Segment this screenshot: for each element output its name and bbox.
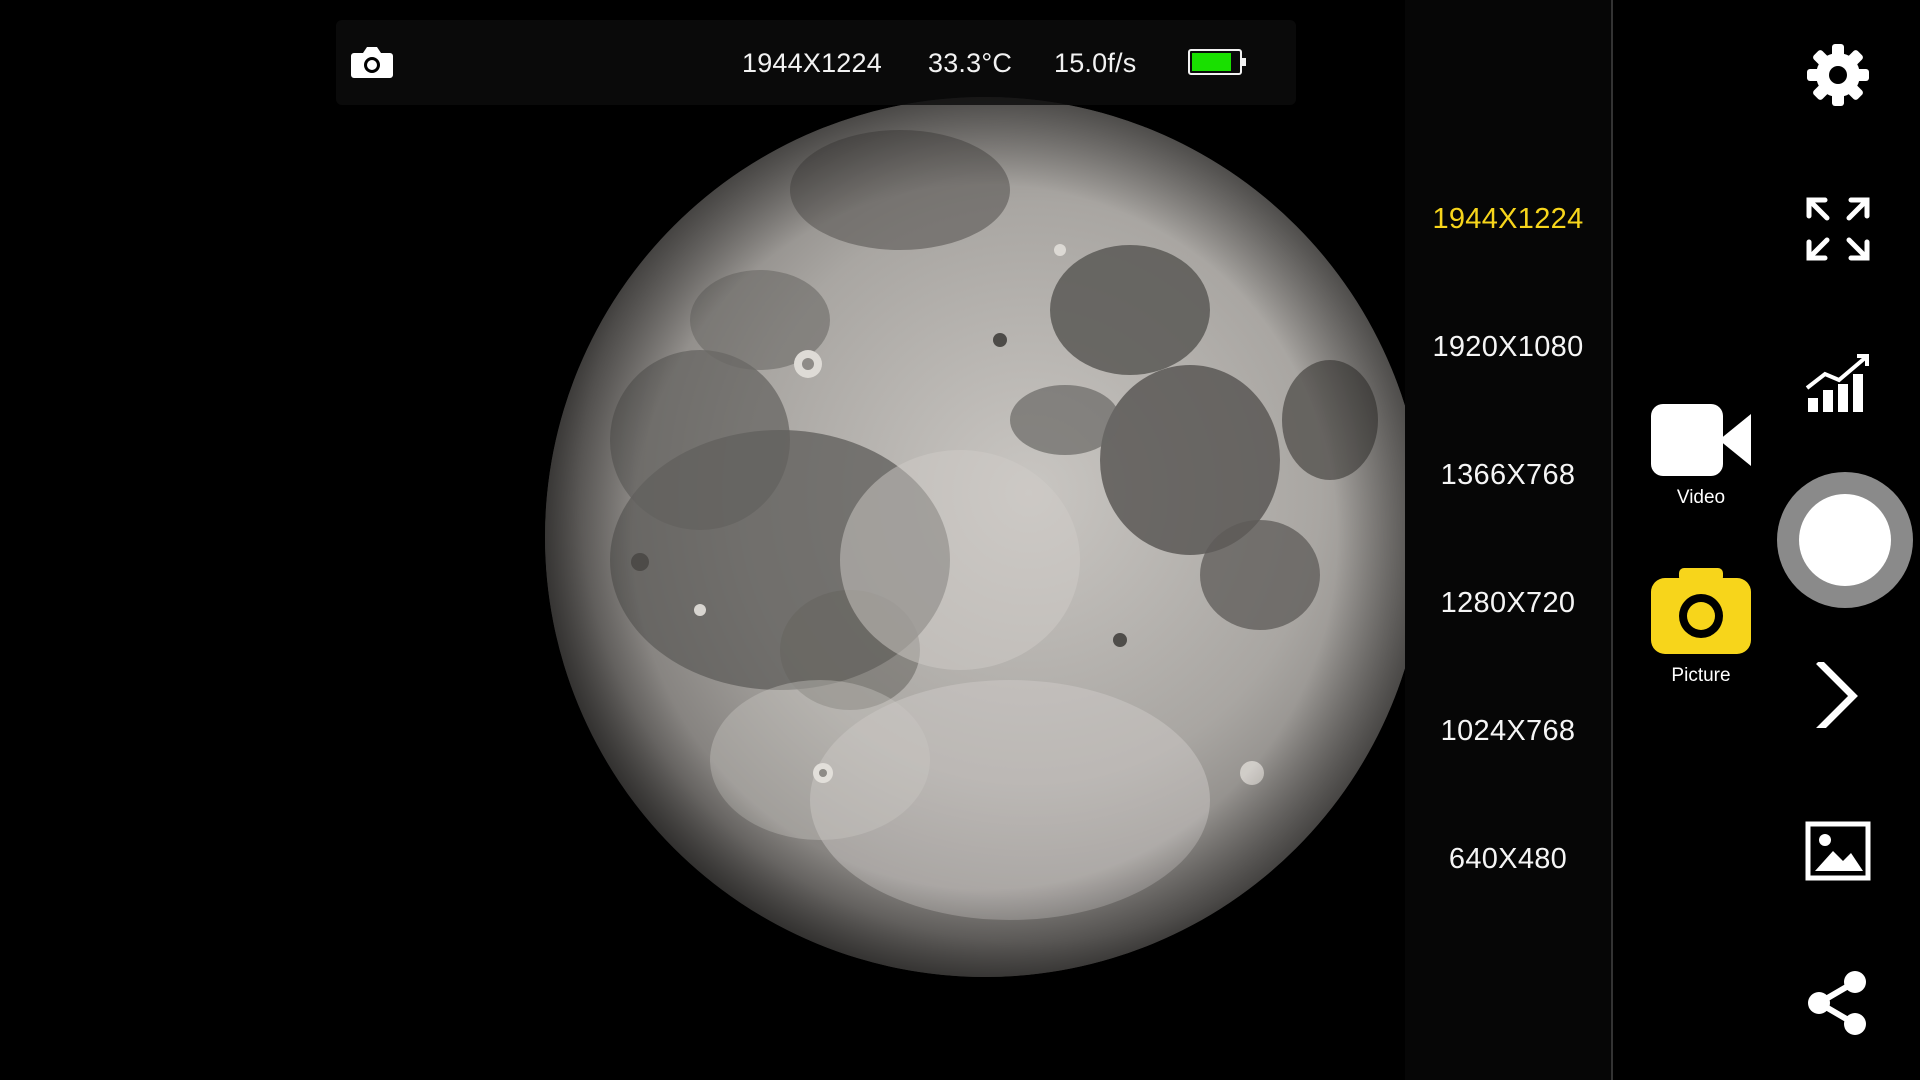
picture-icon-lens [1687, 602, 1715, 630]
status-bar: 1944X1224 33.3°C 15.0f/s [336, 20, 1296, 105]
frame-rate-readout: 15.0f/s [1054, 48, 1137, 78]
resolution-option-1944x1224[interactable]: 1944X1224 [1405, 203, 1611, 236]
video-mode-button[interactable]: Video [1641, 404, 1761, 509]
gear-icon[interactable] [1805, 42, 1871, 108]
video-camera-icon [1651, 404, 1751, 476]
control-panel: Video Picture [1613, 0, 1920, 1080]
share-icon[interactable] [1805, 970, 1871, 1036]
picture-mode-label: Picture [1671, 665, 1731, 686]
resolution-option-1024x768[interactable]: 1024X768 [1405, 715, 1611, 748]
video-mode-label: Video [1676, 487, 1726, 508]
resolution-option-1920x1080[interactable]: 1920X1080 [1405, 331, 1611, 364]
battery-indicator [1188, 49, 1246, 75]
shutter-button-inner [1799, 494, 1891, 586]
resolution-menu: 1944X1224 1920X1080 1366X768 1280X720 1024X7… [1405, 0, 1611, 1080]
temperature-readout: 33.3°C [928, 48, 1013, 78]
battery-level-fill [1192, 53, 1231, 71]
resolution-option-1280x720[interactable]: 1280X720 [1405, 587, 1611, 620]
fullscreen-icon[interactable] [1805, 196, 1871, 262]
camera-icon [1651, 568, 1751, 654]
chart-icon[interactable] [1805, 350, 1871, 416]
camera-preview[interactable] [0, 0, 1405, 1080]
picture-mode-button[interactable]: Picture [1641, 568, 1761, 687]
resolution-option-1366x768[interactable]: 1366X768 [1405, 459, 1611, 492]
moon-image [545, 97, 1405, 977]
resolution-readout: 1944X1224 [742, 48, 882, 78]
shutter-button[interactable] [1777, 472, 1913, 608]
camera-icon[interactable] [350, 44, 394, 80]
chevron-right-icon[interactable] [1805, 662, 1871, 728]
gallery-icon[interactable] [1805, 818, 1871, 884]
resolution-option-640x480[interactable]: 640X480 [1405, 843, 1611, 876]
